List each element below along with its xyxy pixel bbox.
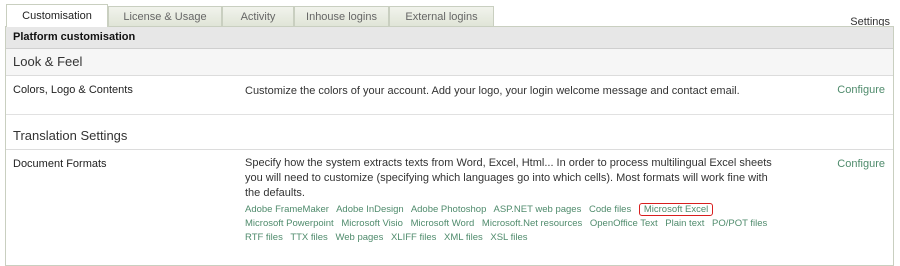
row-name: Colors, Logo & Contents [13,84,133,96]
format-link[interactable]: Microsoft Word [411,218,475,229]
format-link[interactable]: ASP.NET web pages [493,204,581,215]
row-name: Document Formats [13,158,107,170]
format-link[interactable]: Microsoft.Net resources [482,218,582,229]
format-link[interactable]: RTF files [245,232,283,243]
tab-inhouse-logins[interactable]: Inhouse logins [294,6,389,27]
format-link[interactable]: Code files [589,204,631,215]
format-link[interactable]: PO/POT files [712,218,767,229]
section-look-feel: Look & Feel [6,49,893,76]
format-link[interactable]: Plain text [665,218,704,229]
row-description: Specify how the system extracts texts fr… [245,157,772,199]
format-links: Adobe FrameMaker Adobe InDesign Adobe Ph… [245,203,805,245]
format-link[interactable]: Microsoft Visio [341,218,403,229]
format-link[interactable]: Adobe Photoshop [411,204,487,215]
colors-logo-row: Colors, Logo & Contents Customize the co… [6,76,893,115]
tab-customisation[interactable]: Customisation [6,4,108,27]
panel-header: Platform customisation [6,27,893,49]
document-formats-row: Document Formats Specify how the system … [6,149,893,265]
platform-customisation-panel: Platform customisation Look & Feel Color… [5,26,894,266]
section-translation-settings: Translation Settings [6,115,893,149]
format-link[interactable]: Web pages [335,232,383,243]
format-link[interactable]: XML files [444,232,483,243]
tab-bar: Customisation License & Usage Activity I… [6,4,494,27]
format-link-microsoft-excel[interactable]: Microsoft Excel [638,203,714,216]
configure-colors-link[interactable]: Configure [837,84,885,96]
format-link[interactable]: Microsoft Powerpoint [245,218,334,229]
format-link[interactable]: XLIFF files [391,232,436,243]
tab-license-usage[interactable]: License & Usage [108,6,222,27]
configure-formats-link[interactable]: Configure [837,158,885,170]
format-link[interactable]: Adobe FrameMaker [245,204,329,215]
row-description: Customize the colors of your account. Ad… [245,85,740,97]
tab-activity[interactable]: Activity [222,6,294,27]
format-link[interactable]: Adobe InDesign [336,204,404,215]
format-link[interactable]: XSL files [490,232,527,243]
format-link[interactable]: OpenOffice Text [590,218,658,229]
format-link[interactable]: TTX files [290,232,327,243]
tab-external-logins[interactable]: External logins [389,6,494,27]
